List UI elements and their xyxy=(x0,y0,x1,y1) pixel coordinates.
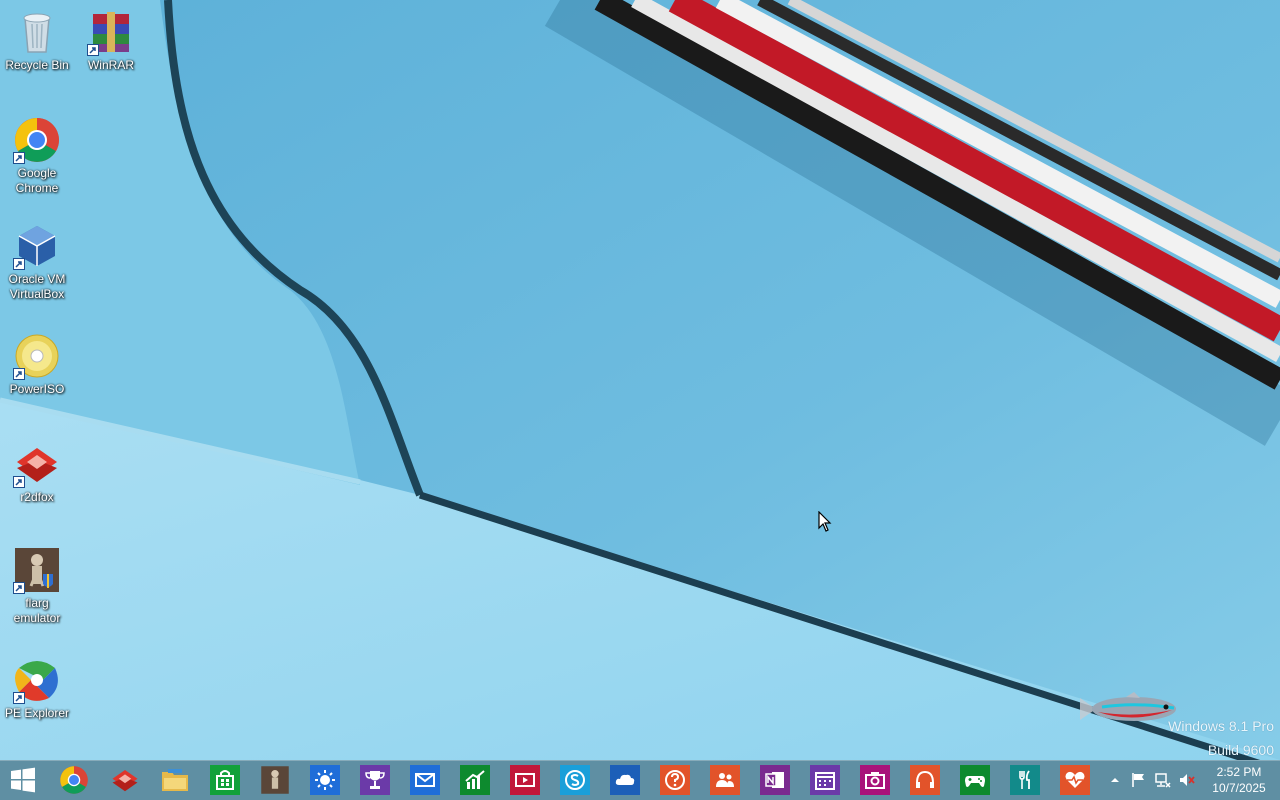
store-bag-icon xyxy=(210,765,240,795)
flarg-emulator-icon xyxy=(13,546,61,594)
windows-watermark: Windows 8.1 Pro Build 9600 xyxy=(1168,714,1274,760)
onenote-icon xyxy=(760,765,790,795)
desktop-icon-recycle-bin[interactable]: Recycle Bin xyxy=(2,8,72,73)
recycle-bin-icon xyxy=(13,8,61,56)
taskbar-health-fitness[interactable] xyxy=(1058,763,1092,797)
taskbar-r2dfox[interactable] xyxy=(108,763,142,797)
r2dfox-icon xyxy=(13,440,61,488)
taskbar-onedrive[interactable] xyxy=(608,763,642,797)
taskbar-food-drink[interactable] xyxy=(1008,763,1042,797)
network-icon xyxy=(1155,773,1171,788)
desktop-icon-pe-explorer[interactable]: PE Explorer xyxy=(2,656,72,721)
chevron-up-icon xyxy=(1111,778,1119,782)
heart-pulse-icon xyxy=(1060,765,1090,795)
clock-time: 2:52 PM xyxy=(1216,765,1262,779)
shortcut-arrow-icon xyxy=(13,692,25,704)
desktop-icon-r2dfox[interactable]: r2dfox xyxy=(2,440,72,505)
taskbar-people[interactable] xyxy=(708,763,742,797)
trophy-icon xyxy=(360,765,390,795)
desktop-icon-google-chrome[interactable]: Google Chrome xyxy=(2,116,72,196)
desktop[interactable]: Recycle Bin WinRAR Google Chrome Oracle … xyxy=(0,0,1280,760)
desktop-icon-label: flarg emulator xyxy=(13,596,61,625)
shortcut-arrow-icon xyxy=(13,368,25,380)
winrar-icon xyxy=(87,8,135,56)
pe-explorer-icon xyxy=(13,656,61,704)
volume-button[interactable] xyxy=(1178,771,1196,789)
shortcut-arrow-icon xyxy=(87,44,99,56)
network-button[interactable] xyxy=(1154,771,1172,789)
cloud-icon xyxy=(610,765,640,795)
desktop-icon-label: r2dfox xyxy=(20,490,54,504)
shortcut-arrow-icon xyxy=(13,152,25,164)
desktop-icon-poweriso[interactable]: PowerISO xyxy=(2,332,72,397)
taskbar-sports[interactable] xyxy=(358,763,392,797)
taskbar: 2:52 PM 10/7/2025 xyxy=(0,760,1280,800)
fish-icon xyxy=(1080,692,1176,721)
windows-edition: Windows 8.1 Pro xyxy=(1168,718,1274,734)
action-center-button[interactable] xyxy=(1130,771,1148,789)
virtualbox-icon xyxy=(13,222,61,270)
chart-icon xyxy=(460,765,490,795)
desktop-icon-label: PE Explorer xyxy=(4,706,70,720)
shortcut-arrow-icon xyxy=(13,258,25,270)
desktop-icon-flarg-emulator[interactable]: flarg emulator xyxy=(2,546,72,626)
taskbar-help-tips[interactable] xyxy=(658,763,692,797)
mouse-cursor-icon xyxy=(818,511,832,532)
video-icon xyxy=(510,765,540,795)
taskbar-mail[interactable] xyxy=(408,763,442,797)
taskbar-games[interactable] xyxy=(958,763,992,797)
taskbar-flarg-emulator[interactable] xyxy=(258,763,292,797)
wallpaper xyxy=(0,0,1280,760)
taskbar-weather[interactable] xyxy=(308,763,342,797)
shortcut-arrow-icon xyxy=(13,582,25,594)
taskbar-onenote[interactable] xyxy=(758,763,792,797)
people-icon xyxy=(710,765,740,795)
headphones-icon xyxy=(910,765,940,795)
desktop-icon-label: WinRAR xyxy=(87,58,134,72)
taskbar-music[interactable] xyxy=(908,763,942,797)
fork-knife-icon xyxy=(1010,765,1040,795)
taskbar-camera[interactable] xyxy=(858,763,892,797)
show-hidden-icons-button[interactable] xyxy=(1106,771,1124,789)
taskbar-finance[interactable] xyxy=(458,763,492,797)
flarg-emulator-icon xyxy=(260,765,290,795)
desktop-icon-label: Oracle VM VirtualBox xyxy=(8,272,66,301)
sun-icon xyxy=(310,765,340,795)
poweriso-icon xyxy=(13,332,61,380)
r2dfox-icon xyxy=(110,765,140,795)
desktop-icon-label: Google Chrome xyxy=(15,166,59,195)
desktop-icon-oracle-vm-virtualbox[interactable]: Oracle VM VirtualBox xyxy=(2,222,72,302)
taskbar-store[interactable] xyxy=(208,763,242,797)
taskbar-chrome[interactable] xyxy=(57,763,91,797)
windows-build: Build 9600 xyxy=(1207,742,1274,758)
gamepad-icon xyxy=(960,765,990,795)
camera-icon xyxy=(860,765,890,795)
chrome-icon xyxy=(13,116,61,164)
clock-date: 10/7/2025 xyxy=(1212,781,1266,795)
flag-icon xyxy=(1132,773,1144,787)
taskbar-video[interactable] xyxy=(508,763,542,797)
skype-icon xyxy=(560,765,590,795)
volume-muted-icon xyxy=(1180,774,1195,786)
clock[interactable]: 2:52 PM 10/7/2025 xyxy=(1204,764,1274,796)
chrome-icon xyxy=(59,765,89,795)
desktop-icon-winrar[interactable]: WinRAR xyxy=(76,8,146,73)
folder-icon xyxy=(160,765,190,795)
start-button[interactable] xyxy=(6,763,40,797)
desktop-icon-label: PowerISO xyxy=(9,382,65,396)
desktop-icon-label: Recycle Bin xyxy=(5,58,69,72)
shortcut-arrow-icon xyxy=(13,476,25,488)
windows-logo-icon xyxy=(11,767,35,793)
question-icon xyxy=(660,765,690,795)
taskbar-skype[interactable] xyxy=(558,763,592,797)
calendar-icon xyxy=(810,765,840,795)
mail-icon xyxy=(410,765,440,795)
taskbar-file-explorer[interactable] xyxy=(158,763,192,797)
taskbar-calendar[interactable] xyxy=(808,763,842,797)
